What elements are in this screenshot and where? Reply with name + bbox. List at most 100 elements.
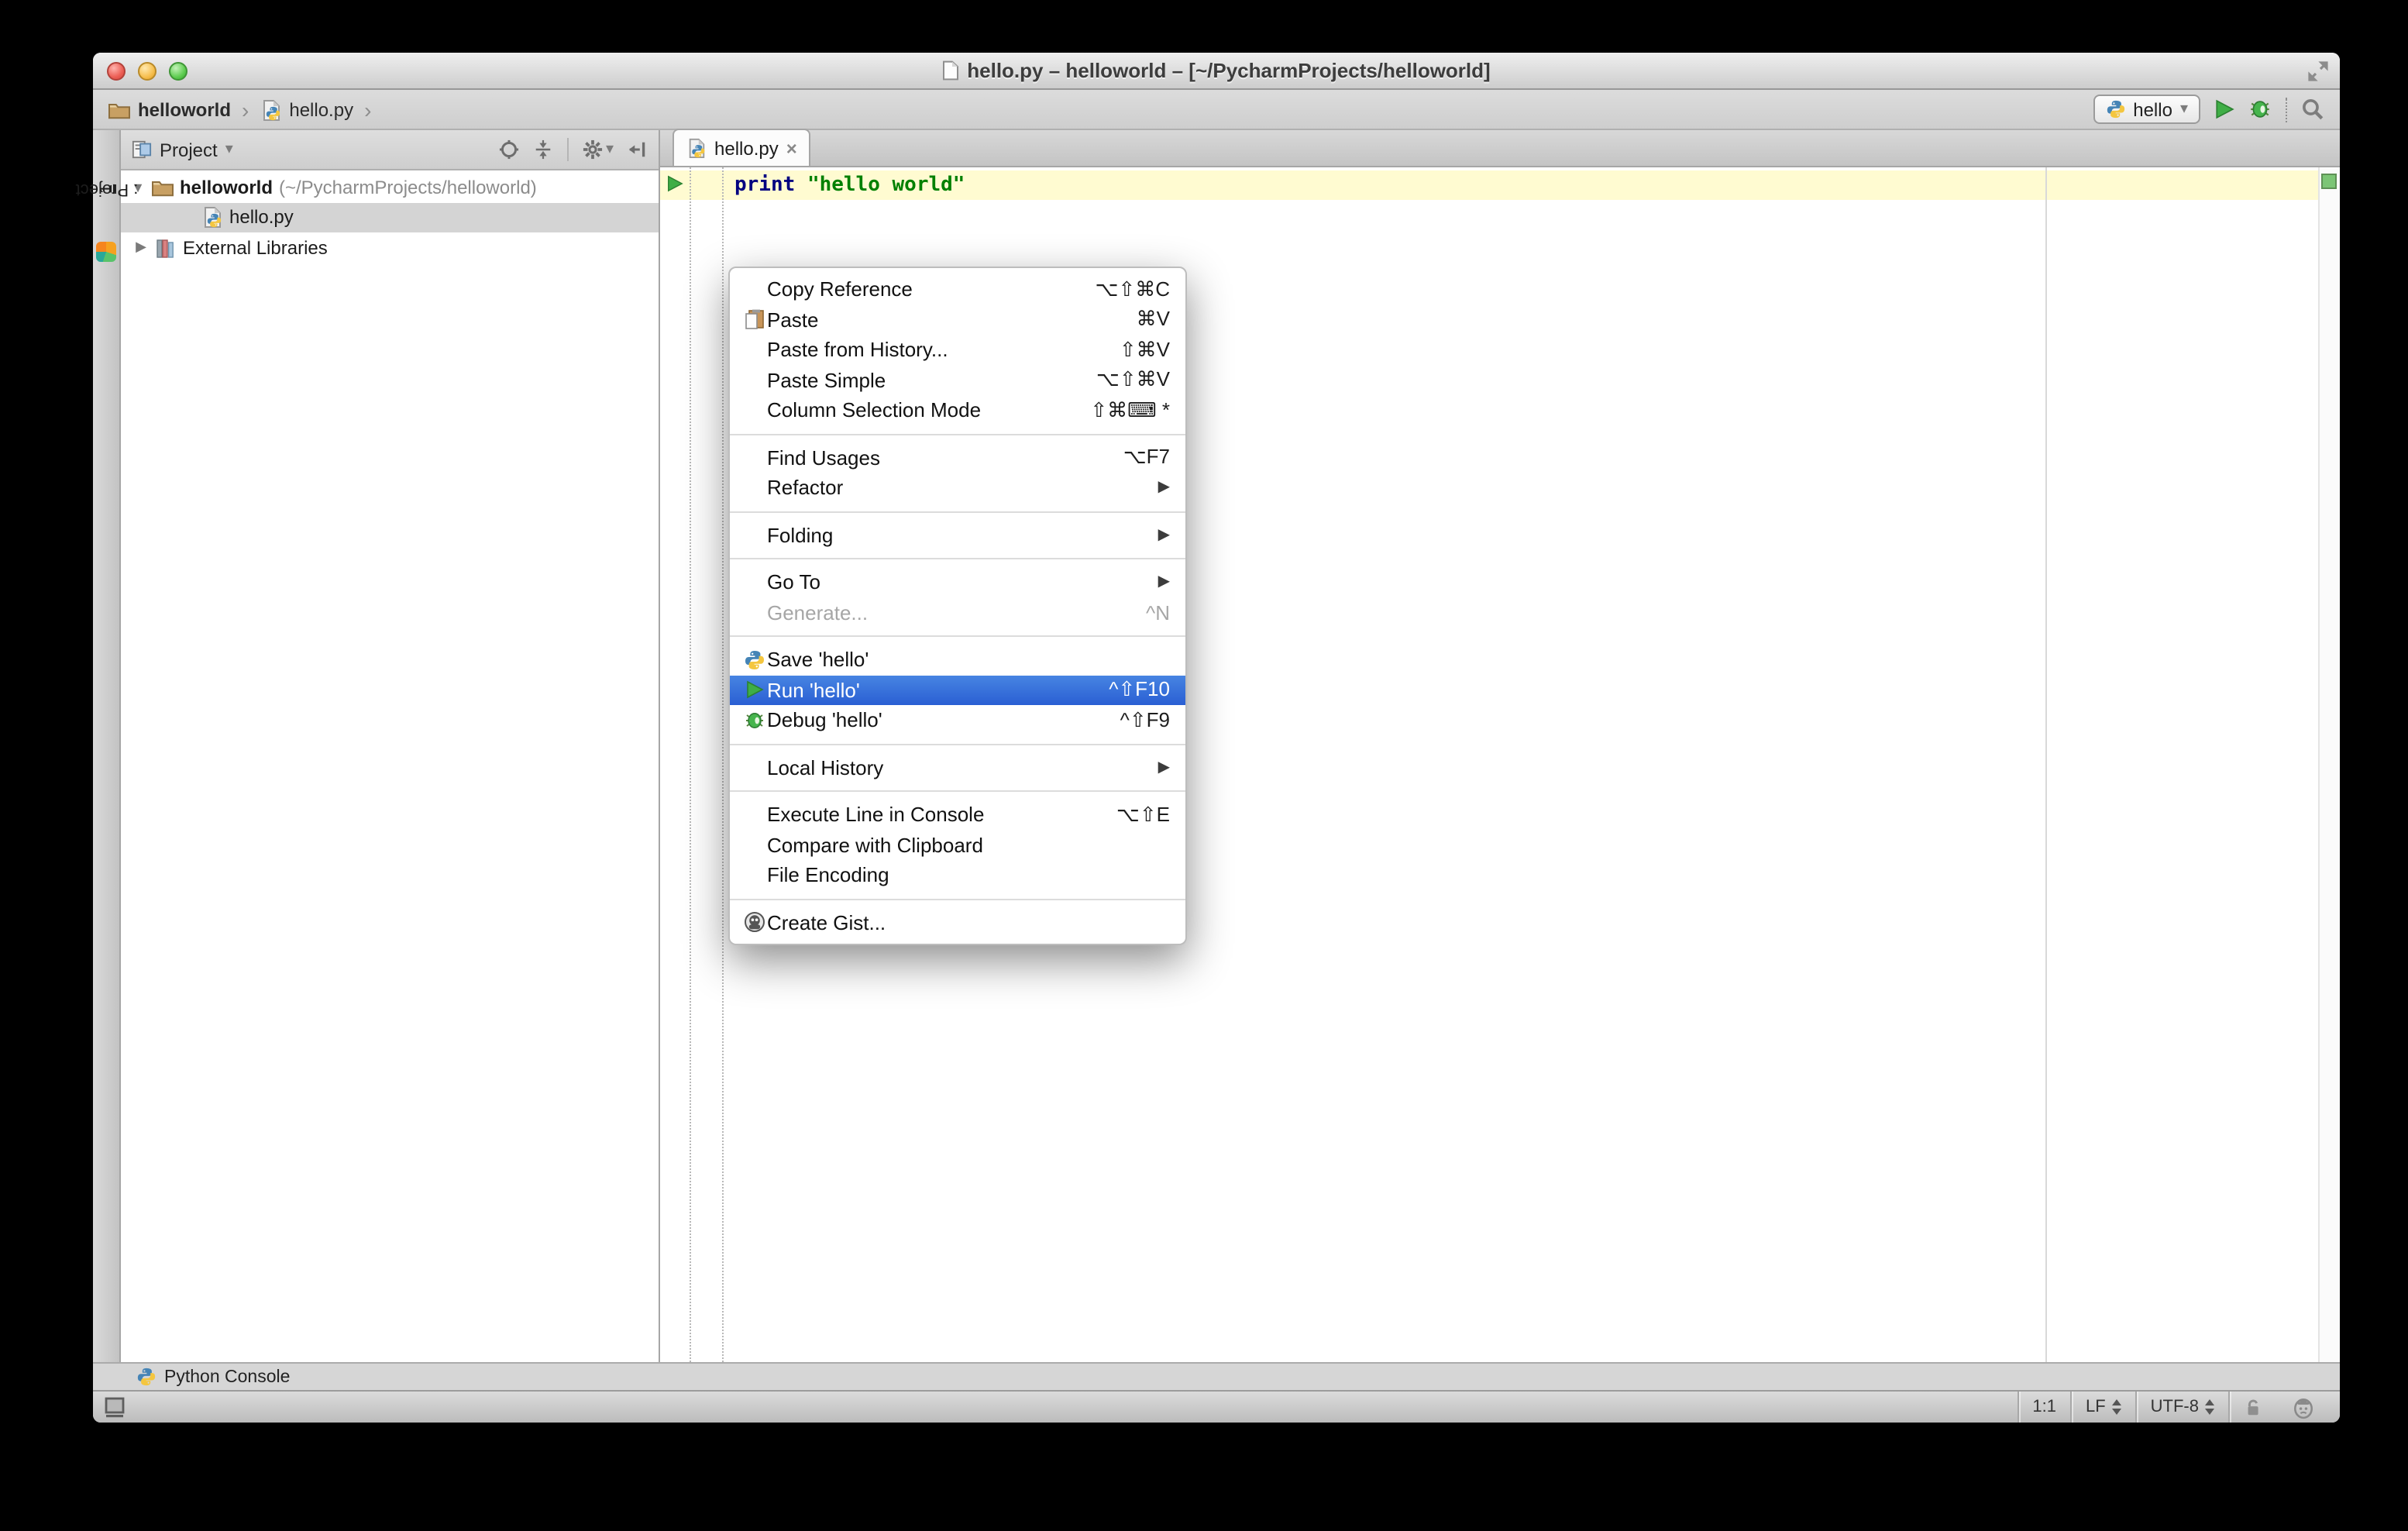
menu-item-debug-hello[interactable]: Debug 'hello' ^⇧F9 <box>730 705 1185 735</box>
traffic-lights <box>107 62 187 81</box>
tree-row-external-libraries[interactable]: ▶ External Libraries <box>121 232 659 263</box>
run-marker-gutter <box>693 167 724 1362</box>
document-icon <box>942 60 959 81</box>
python-icon <box>2105 99 2125 119</box>
tool-window-stripe: 1: Project <box>75 130 138 1362</box>
bottom-tool-window-bar: Python Console <box>93 1362 2340 1390</box>
breadcrumb-chevron-icon: › <box>364 97 372 122</box>
code-string: "hello world" <box>807 174 965 197</box>
menu-item-paste-from-history[interactable]: Paste from History... ⇧⌘V <box>730 335 1185 365</box>
menu-separator <box>730 433 1185 435</box>
editor-context-menu: Copy Reference ⌥⇧⌘C Paste ⌘V Paste from … <box>728 267 1187 945</box>
run-button[interactable] <box>2214 99 2234 119</box>
collapse-all-icon[interactable] <box>533 139 553 160</box>
python-icon <box>743 649 765 671</box>
debug-button[interactable] <box>2248 98 2272 121</box>
editor-tab-bar: hello.py × <box>660 129 2340 167</box>
run-configuration-select[interactable]: hello ▾ <box>2093 95 2200 124</box>
minimize-window-button[interactable] <box>138 62 157 81</box>
menu-item-find-usages[interactable]: Find Usages ⌥F7 <box>730 442 1185 473</box>
sidebar-item-project[interactable]: 1: Project <box>75 146 138 232</box>
locate-icon[interactable] <box>499 139 519 160</box>
code-keyword: print <box>734 174 796 197</box>
menu-item-create-gist[interactable]: Create Gist... <box>730 907 1185 938</box>
menu-separator <box>730 790 1185 792</box>
folder-icon <box>152 178 174 197</box>
menu-separator <box>730 743 1185 745</box>
screen: hello.py – helloworld – [~/PycharmProjec… <box>0 0 2408 1531</box>
submenu-arrow-icon: ▶ <box>1158 573 1170 591</box>
settings-group[interactable]: ▾ <box>583 139 614 160</box>
libraries-icon <box>155 237 177 259</box>
inspection-ok-indicator[interactable] <box>2321 174 2337 189</box>
toolbar-separator <box>566 138 569 161</box>
menu-item-refactor[interactable]: Refactor ▶ <box>730 473 1185 503</box>
breadcrumb-project[interactable]: helloworld <box>138 98 231 120</box>
menu-separator <box>730 558 1185 559</box>
menu-item-paste[interactable]: Paste ⌘V <box>730 304 1185 335</box>
status-bar: 1:1 LF UTF-8 <box>93 1390 2340 1423</box>
status-bar-right: 1:1 LF UTF-8 <box>2017 1392 2329 1423</box>
github-icon <box>743 912 765 934</box>
chevron-down-icon[interactable]: ▾ <box>225 141 233 158</box>
tab-label: hello.py <box>714 137 779 159</box>
tab-hello-py[interactable]: hello.py × <box>673 129 811 166</box>
pycharm-window: hello.py – helloworld – [~/PycharmProjec… <box>75 53 2340 1423</box>
menu-item-run-hello[interactable]: Run 'hello' ^⇧F10 <box>730 675 1185 705</box>
window-title: hello.py – helloworld – [~/PycharmProjec… <box>967 59 1491 82</box>
menu-item-paste-simple[interactable]: Paste Simple ⌥⇧⌘V <box>730 365 1185 395</box>
menu-item-file-encoding[interactable]: File Encoding <box>730 860 1185 890</box>
menu-item-column-selection-mode[interactable]: Column Selection Mode ⇧⌘⌨ * <box>730 395 1185 425</box>
submenu-arrow-icon: ▶ <box>1158 479 1170 497</box>
menu-item-go-to[interactable]: Go To ▶ <box>730 567 1185 597</box>
caret-position-widget[interactable]: 1:1 <box>2018 1392 2070 1423</box>
line-separator-widget[interactable]: LF <box>2072 1392 2135 1423</box>
tree-external-libraries-label: External Libraries <box>183 236 328 259</box>
toolbar-right: hello ▾ <box>2093 95 2324 124</box>
close-window-button[interactable] <box>107 62 126 81</box>
navigation-bar: helloworld › hello.py › hello ▾ <box>93 90 2340 130</box>
code-line: print "hello world" <box>734 174 965 197</box>
chevron-down-icon: ▾ <box>605 141 614 158</box>
encoding-widget[interactable]: UTF-8 <box>2137 1392 2228 1423</box>
tree-row-file[interactable]: hello.py <box>121 202 659 232</box>
folder-icon <box>108 100 130 119</box>
run-line-marker-icon[interactable] <box>666 175 683 192</box>
line-number-gutter <box>660 167 691 1362</box>
breadcrumb-file[interactable]: hello.py <box>289 98 353 120</box>
tree-collapsed-icon[interactable]: ▶ <box>133 239 149 256</box>
menu-item-execute-line-in-console[interactable]: Execute Line in Console ⌥⇧E <box>730 800 1185 830</box>
inspection-profile-widget[interactable] <box>2278 1392 2329 1423</box>
error-stripe <box>2318 167 2340 1362</box>
menu-separator <box>730 511 1185 512</box>
menu-item-compare-with-clipboard[interactable]: Compare with Clipboard <box>730 830 1185 860</box>
menu-item-generate: Generate... ^N <box>767 600 1170 624</box>
project-view-icon <box>132 139 152 160</box>
python-console-button[interactable]: Python Console <box>136 1367 290 1387</box>
menu-separator <box>730 898 1185 900</box>
menu-item-folding[interactable]: Folding ▶ <box>730 520 1185 550</box>
tree-row-root[interactable]: ▼ helloworld (~/PycharmProjects/hellowor… <box>121 172 659 202</box>
close-icon[interactable]: × <box>786 137 797 159</box>
window-title-area: hello.py – helloworld – [~/PycharmProjec… <box>942 59 1491 82</box>
debug-icon <box>743 710 765 731</box>
stepper-icon <box>2205 1399 2214 1415</box>
search-icon[interactable] <box>2301 98 2324 121</box>
project-view-select[interactable]: Project <box>160 139 218 160</box>
menu-item-copy-reference[interactable]: Copy Reference ⌥⇧⌘C <box>730 274 1185 304</box>
gear-icon <box>583 139 603 160</box>
main-area: 1: Project Project ▾ ▾ ▼ helloworld (~/P… <box>75 129 2340 1362</box>
zoom-window-button[interactable] <box>169 62 187 81</box>
title-bar[interactable]: hello.py – helloworld – [~/PycharmProjec… <box>93 53 2340 90</box>
chevron-down-icon: ▾ <box>2179 101 2188 118</box>
tree-root-path: (~/PycharmProjects/helloworld) <box>279 176 537 198</box>
menu-item-local-history[interactable]: Local History ▶ <box>730 752 1185 783</box>
toggle-tool-windows-icon[interactable] <box>104 1396 126 1418</box>
hide-panel-icon[interactable] <box>628 139 648 160</box>
unlock-icon <box>2244 1397 2264 1417</box>
pycharm-icon <box>96 242 116 262</box>
fullscreen-resize-icon[interactable] <box>2307 60 2329 82</box>
menu-item-save-hello[interactable]: Save 'hello' <box>730 645 1185 675</box>
readonly-toggle[interactable] <box>2230 1392 2278 1423</box>
menu-separator <box>730 635 1185 637</box>
